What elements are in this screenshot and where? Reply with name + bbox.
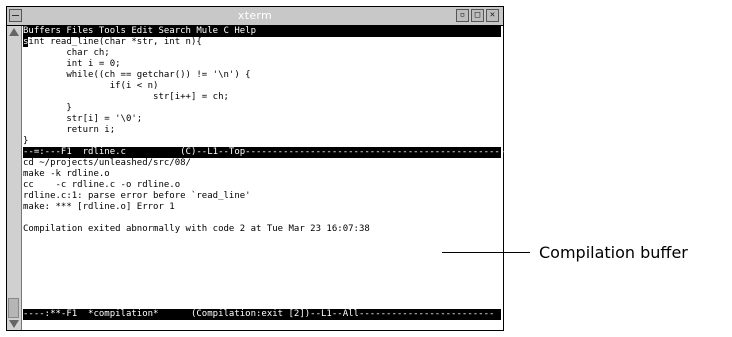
window-title: xterm: [237, 9, 273, 22]
modeline-compilation[interactable]: ----:**-F1 *compilation* (Compilation:ex…: [23, 309, 501, 320]
scroll-up-icon[interactable]: [9, 28, 19, 36]
compilation-error-line[interactable]: rdline.c:1: parse error before `read_lin…: [23, 191, 251, 202]
code-line: int i = 0;: [23, 59, 121, 69]
compilation-line: make -k rdline.o: [23, 169, 110, 179]
compilation-status-line: Compilation exited abnormally with code …: [23, 224, 370, 234]
code-line: }: [23, 103, 72, 113]
close-icon[interactable]: ✕: [486, 9, 499, 22]
maximize-icon[interactable]: □: [471, 9, 484, 22]
code-line: str[i++] = ch;: [23, 92, 229, 102]
emacs-menubar[interactable]: Buffers Files Tools Edit Search Mule C H…: [23, 26, 501, 37]
code-line: str[i] = '\0';: [23, 114, 143, 124]
code-line: char ch;: [23, 48, 110, 58]
code-line: return i;: [23, 125, 116, 135]
code-line-1-text: int read_line(char *str, int n){: [28, 37, 202, 47]
code-line-1: sint read_line(char *str, int n){: [23, 37, 202, 48]
code-line: }: [23, 136, 29, 146]
xterm-window: xterm ▫ □ ✕ Buffers Files Tools Edit Sea…: [6, 6, 505, 331]
code-line: if(i < n): [23, 81, 159, 91]
annotation-label: Compilation buffer: [539, 243, 688, 262]
modeline-source[interactable]: --=:---F1 rdline.c (C)--L1--Top---------…: [23, 147, 505, 158]
scroll-down-icon[interactable]: [9, 320, 19, 328]
scroll-thumb[interactable]: [8, 298, 19, 318]
emacs-terminal[interactable]: Buffers Files Tools Edit Search Mule C H…: [23, 26, 505, 330]
code-line: while((ch == getchar()) != '\n') {: [23, 70, 251, 80]
minimize-icon[interactable]: ▫: [456, 9, 469, 22]
compilation-line: make: *** [rdline.o] Error 1: [23, 202, 175, 212]
compilation-line: cd ~/projects/unleashed/src/08/: [23, 158, 191, 168]
annotation-leader-line: [442, 252, 530, 253]
compilation-line: cc -c rdline.c -o rdline.o: [23, 180, 181, 190]
scrollbar[interactable]: [7, 26, 22, 330]
title-bar[interactable]: xterm ▫ □ ✕: [7, 7, 503, 26]
